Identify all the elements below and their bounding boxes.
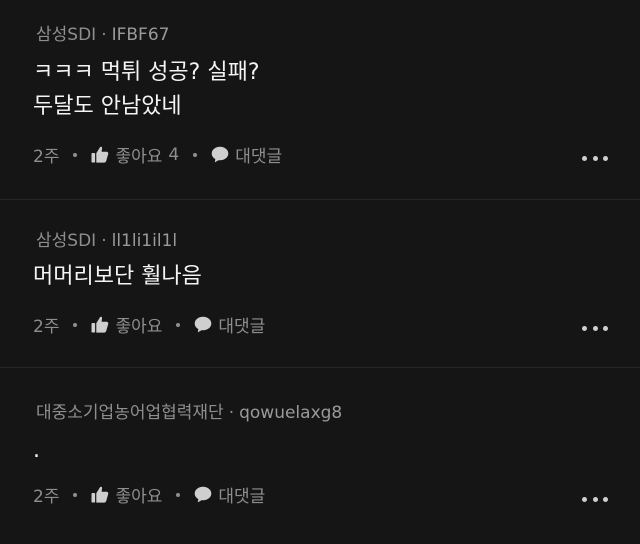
speech-bubble-icon xyxy=(195,316,212,333)
comment-body: . xyxy=(33,434,40,468)
like-button[interactable]: 좋아요 xyxy=(91,312,162,337)
username[interactable]: ll1li1il1l xyxy=(112,231,178,251)
reply-button[interactable]: 대댓글 xyxy=(194,312,265,337)
more-dot xyxy=(603,155,608,161)
reply-label: 대댓글 xyxy=(235,147,283,167)
separator-dot xyxy=(193,152,198,157)
timestamp: 2주 xyxy=(33,487,60,507)
comment-text-line: 머머리보단 훨나음 xyxy=(33,264,202,289)
more-dot xyxy=(582,496,587,502)
more-dot xyxy=(592,325,598,331)
like-label: 좋아요 xyxy=(115,147,163,167)
like-label: 좋아요 xyxy=(115,487,163,507)
comment-item: 삼성SDI · IFBF67 ㅋㅋㅋ 먹튀 성공? 실패? 두달도 안남았네 2주 … xyxy=(0,0,640,200)
comment-meta: 삼성SDI · ll1li1il1l xyxy=(36,226,177,251)
separator-dot xyxy=(73,152,78,157)
speech-bubble-icon xyxy=(211,146,229,163)
comment-text-line: ㅋㅋㅋ 먹튀 성공? 실패? xyxy=(33,60,260,85)
comment-meta: 대중소기업농어업협력재단 · qowuelaxg8 xyxy=(36,398,342,423)
thumbs-up-icon xyxy=(91,486,109,503)
comment-actions: 2주 좋아요 대댓글 xyxy=(33,312,265,337)
more-dot xyxy=(592,496,598,502)
comment-item: 대중소기업농어업협력재단 · qowuelaxg8 . 2주 좋아요 대댓글 xyxy=(0,368,640,544)
username[interactable]: qowuelaxg8 xyxy=(239,403,342,423)
comment-actions: 2주 좋아요 대댓글 xyxy=(33,482,265,507)
more-options-button[interactable] xyxy=(582,492,608,506)
more-options-button[interactable] xyxy=(582,321,608,335)
timestamp: 2주 xyxy=(33,317,60,337)
comment-meta: 삼성SDI · IFBF67 xyxy=(36,20,169,45)
thumbs-up-icon xyxy=(91,316,109,333)
meta-separator: · xyxy=(228,403,235,423)
reply-label: 대댓글 xyxy=(218,487,266,507)
more-dot xyxy=(582,325,587,331)
separator-dot xyxy=(176,492,181,497)
like-button[interactable]: 좋아요 4 xyxy=(91,142,179,167)
separator-dot xyxy=(176,322,181,327)
company-name: 삼성SDI xyxy=(36,25,97,45)
username[interactable]: IFBF67 xyxy=(112,25,170,45)
more-dot xyxy=(603,325,608,331)
separator-dot xyxy=(73,492,78,497)
more-options-button[interactable] xyxy=(582,151,608,165)
comment-item: 삼성SDI · ll1li1il1l 머머리보단 훨나음 2주 좋아요 대댓글 xyxy=(0,200,640,368)
comment-actions: 2주 좋아요 4 대댓글 xyxy=(33,142,282,168)
reply-button[interactable]: 대댓글 xyxy=(194,482,265,507)
like-button[interactable]: 좋아요 xyxy=(91,482,162,507)
more-dot xyxy=(582,155,587,161)
like-count: 4 xyxy=(168,144,180,165)
reply-label: 대댓글 xyxy=(218,317,266,337)
meta-separator: · xyxy=(101,231,107,251)
separator-dot xyxy=(73,322,78,327)
more-dot xyxy=(603,496,608,502)
speech-bubble-icon xyxy=(195,486,212,503)
like-label: 좋아요 xyxy=(115,317,163,337)
thumbs-up-icon xyxy=(91,146,109,163)
meta-separator: · xyxy=(101,25,107,45)
more-dot xyxy=(592,155,598,161)
comment-text-line: 두달도 안남았네 xyxy=(33,94,182,119)
comment-body: ㅋㅋㅋ 먹튀 성공? 실패? 두달도 안남았네 xyxy=(33,56,260,124)
company-name: 대중소기업농어업협력재단 xyxy=(36,403,224,423)
comment-text-line: . xyxy=(33,438,40,463)
reply-button[interactable]: 대댓글 xyxy=(211,142,282,167)
timestamp: 2주 xyxy=(33,147,60,167)
comment-body: 머머리보단 훨나음 xyxy=(33,260,202,294)
company-name: 삼성SDI xyxy=(36,231,97,251)
